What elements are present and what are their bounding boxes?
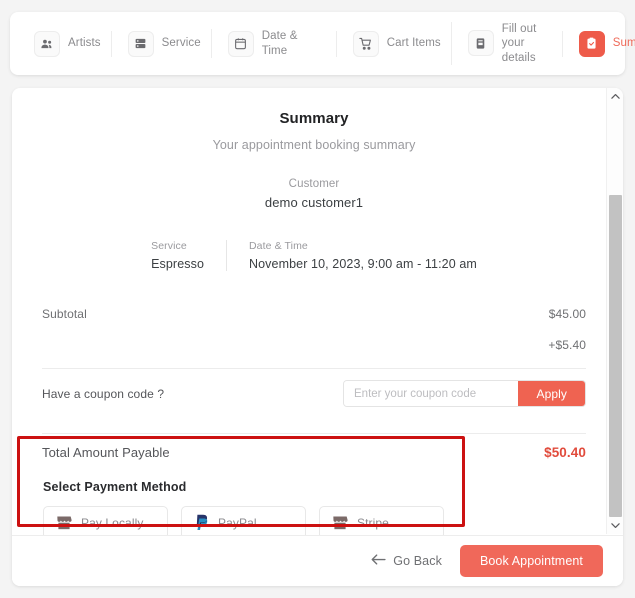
subtotal-row: Subtotal $45.00 xyxy=(42,305,586,323)
payment-option-stripe-label: Stripe xyxy=(357,515,389,530)
page-subtitle: Your appointment booking summary xyxy=(212,138,416,152)
booking-stepper: Artists Service Date & Time Cart Items F… xyxy=(10,12,635,75)
customer-value: demo customer1 xyxy=(264,195,364,210)
people-icon xyxy=(34,30,60,57)
payment-option-pay-locally[interactable]: Pay Locally xyxy=(43,506,168,535)
scrollbar-thumb[interactable] xyxy=(609,195,622,517)
paypal-icon xyxy=(194,514,209,531)
summary-card: Summary Your appointment booking summary… xyxy=(12,88,623,586)
datetime-value: November 10, 2023, 9:00 am - 11:20 am xyxy=(249,257,477,271)
total-amount-label: Total Amount Payable xyxy=(42,445,170,460)
total-amount-value: $50.40 xyxy=(544,445,586,460)
go-back-label: Go Back xyxy=(393,554,442,568)
service-list-icon xyxy=(127,30,154,57)
coupon-question: Have a coupon code ? xyxy=(42,386,165,401)
total-amount-row: Total Amount Payable $50.40 xyxy=(42,434,586,470)
step-summary[interactable]: Summary xyxy=(561,30,635,57)
form-icon xyxy=(467,30,494,57)
step-fill-out-details-label: Fill out your details xyxy=(501,23,537,64)
card-footer: Go Back Book Appointment xyxy=(12,535,623,586)
calendar-icon xyxy=(227,30,254,57)
customer-block: Customer demo customer1 xyxy=(42,178,586,210)
step-service-label: Service xyxy=(161,37,201,50)
page-title: Summary xyxy=(279,110,349,127)
step-fill-out-details[interactable]: Fill out your details xyxy=(450,22,562,65)
extra-charge-amount: +$5.40 xyxy=(548,338,586,352)
step-summary-label: Summary xyxy=(612,37,635,50)
step-date-time-label: Date & Time xyxy=(261,30,298,57)
go-back-button[interactable]: Go Back xyxy=(371,554,442,568)
apply-coupon-button[interactable]: Apply xyxy=(518,381,585,406)
payment-method-options: Pay Locally PayPal Stripe xyxy=(43,506,586,535)
step-date-time[interactable]: Date & Time xyxy=(210,29,336,58)
step-artists[interactable]: Artists xyxy=(24,30,111,57)
subtotal-amount: $45.00 xyxy=(548,307,586,321)
coupon-field: Apply xyxy=(343,380,586,407)
step-artists-label: Artists xyxy=(68,37,101,50)
subtotal-label: Subtotal xyxy=(42,307,87,321)
payment-method-title: Select Payment Method xyxy=(43,480,187,494)
coupon-row: Have a coupon code ? Apply xyxy=(42,369,586,419)
step-cart-items-label: Cart Items xyxy=(386,37,441,50)
clipboard-check-icon xyxy=(578,30,605,57)
service-cell: Service Espresso xyxy=(151,240,226,271)
datetime-cell: Date & Time November 10, 2023, 9:00 am -… xyxy=(226,240,477,271)
service-value: Espresso xyxy=(151,257,204,271)
storefront-icon xyxy=(56,515,72,530)
totals-block: Subtotal $45.00 +$5.40 xyxy=(42,305,586,354)
book-appointment-button[interactable]: Book Appointment xyxy=(459,545,603,577)
payment-option-paypal[interactable]: PayPal xyxy=(181,506,306,535)
payment-option-stripe[interactable]: Stripe xyxy=(319,506,444,535)
payment-option-pay-locally-label: Pay Locally xyxy=(81,515,144,530)
step-service[interactable]: Service xyxy=(110,30,211,57)
datetime-label: Date & Time xyxy=(249,240,308,252)
coupon-input[interactable] xyxy=(344,381,519,406)
storefront-icon xyxy=(332,515,348,530)
cart-icon xyxy=(352,30,379,57)
scroll-up-button[interactable] xyxy=(607,88,623,105)
service-datetime-row: Service Espresso Date & Time November 10… xyxy=(42,240,586,271)
customer-label: Customer xyxy=(288,178,340,190)
step-cart-items[interactable]: Cart Items xyxy=(335,30,451,57)
summary-scroll-area: Summary Your appointment booking summary… xyxy=(12,88,616,535)
extra-charge-row: +$5.40 xyxy=(42,336,586,354)
service-label: Service xyxy=(151,240,187,252)
vertical-scrollbar[interactable] xyxy=(606,88,623,534)
payment-method-section: Select Payment Method Pay Locally PayPal… xyxy=(42,480,586,535)
scroll-down-button[interactable] xyxy=(607,517,623,534)
arrow-left-icon xyxy=(371,554,386,568)
payment-option-paypal-label: PayPal xyxy=(218,515,257,530)
